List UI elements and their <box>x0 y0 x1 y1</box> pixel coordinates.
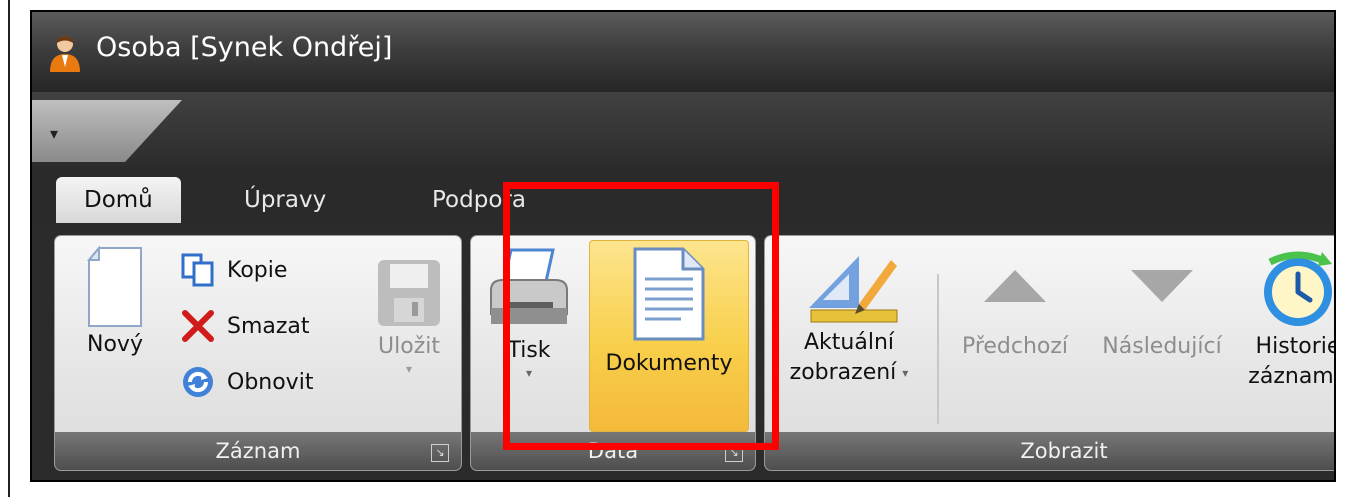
dialog-launcher-icon[interactable]: ↘ <box>431 444 449 462</box>
aktualni-dropdown-arrow-icon: ▾ <box>902 366 909 380</box>
nasledujici-label: Následující <box>1102 334 1222 359</box>
novy-button[interactable]: Nový <box>65 246 165 360</box>
clock-history-icon <box>1264 251 1332 326</box>
down-arrow-icon <box>1131 270 1193 302</box>
smazat-button[interactable]: Smazat <box>181 300 310 352</box>
group-zaznam: Nový Kopie Smazat Obnovit Uložit ▾ Zázna… <box>54 235 462 471</box>
copy-icon <box>181 253 214 287</box>
ruler-pencil-icon <box>809 256 898 323</box>
kopie-button[interactable]: Kopie <box>181 244 287 296</box>
title-bar: Osoba [Synek Ondřej] <box>32 12 1334 92</box>
group-label-zaznam: Záznam ↘ <box>55 432 461 470</box>
left-edge-rule <box>8 0 10 497</box>
tab-domu[interactable]: Domů <box>56 177 181 223</box>
historie-label-line2: záznamu <box>1248 364 1334 389</box>
predchozi-button[interactable]: Předchozí <box>945 266 1085 362</box>
refresh-icon <box>183 367 213 397</box>
quick-access-toolbar: ▾ <box>32 92 1334 172</box>
smazat-label: Smazat <box>227 313 310 339</box>
group-separator <box>937 274 939 424</box>
delete-x-icon <box>182 310 214 342</box>
zaznam-label-text: Záznam <box>215 439 301 463</box>
historie-zaznamu-button[interactable]: Historie záznamu <box>1243 248 1336 392</box>
ulozit-button[interactable]: Uložit ▾ <box>371 258 447 376</box>
dropdown-arrow-icon: ▾ <box>50 124 59 143</box>
aktualni-label-line2: zobrazení <box>789 360 897 385</box>
ulozit-dropdown-arrow-icon: ▾ <box>405 362 413 376</box>
kopie-label: Kopie <box>227 257 288 283</box>
tab-upravy[interactable]: Úpravy <box>216 177 354 223</box>
person-icon <box>50 36 80 72</box>
aktualni-label-line1: Aktuální <box>803 330 894 355</box>
predchozi-label: Předchozí <box>961 334 1069 359</box>
aktualni-zobrazeni-button[interactable]: Aktuální zobrazení ▾ <box>769 248 929 388</box>
nasledujici-button[interactable]: Následující <box>1087 266 1237 362</box>
group-zobrazit: Aktuální zobrazení ▾ Předchozí Následují… <box>764 235 1336 471</box>
up-arrow-icon <box>984 270 1046 302</box>
highlight-box <box>503 182 779 450</box>
window-title: Osoba [Synek Ondřej] <box>96 32 393 63</box>
historie-label-line1: Historie <box>1255 334 1336 359</box>
zobrazit-label-text: Zobrazit <box>1020 439 1108 463</box>
save-floppy-icon <box>378 260 440 326</box>
ulozit-label: Uložit <box>378 334 440 359</box>
obnovit-button[interactable]: Obnovit <box>181 356 313 408</box>
group-label-zobrazit: Zobrazit <box>765 432 1334 470</box>
new-document-icon <box>86 246 142 327</box>
quick-access-menu[interactable]: ▾ <box>32 100 182 162</box>
novy-label: Nový <box>87 332 143 357</box>
obnovit-label: Obnovit <box>227 369 314 395</box>
